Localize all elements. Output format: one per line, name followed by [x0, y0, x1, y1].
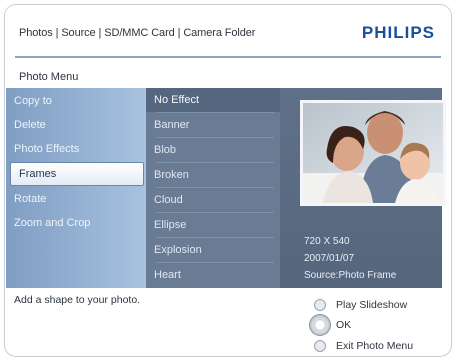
submenu-item-blob[interactable]: Blob [146, 138, 280, 162]
ok-button[interactable]: OK [309, 314, 352, 336]
breadcrumb: Photos | Source | SD/MMC Card | Camera F… [19, 27, 256, 39]
menu-item-frames[interactable]: Frames [10, 162, 144, 186]
submenu-item-explosion[interactable]: Explosion [146, 238, 280, 262]
help-hint: Add a shape to your photo. [14, 294, 141, 306]
top-bar: Photos | Source | SD/MMC Card | Camera F… [5, 5, 451, 59]
radio-button-icon [314, 340, 326, 352]
submenu-item-no-effect[interactable]: No Effect [146, 88, 280, 112]
photo-source: Source:Photo Frame [304, 270, 397, 281]
submenu-item-heart[interactable]: Heart [146, 263, 280, 287]
exit-photo-menu-button[interactable]: Exit Photo Menu [314, 338, 413, 354]
brand-logo: PHILIPS [361, 23, 435, 42]
menu-title: Photo Menu [19, 71, 79, 83]
submenu-item-cloud[interactable]: Cloud [146, 188, 280, 212]
play-slideshow-button[interactable]: Play Slideshow [314, 297, 407, 313]
photo-menu-list: Copy to Delete Photo Effects Frames Rota… [6, 88, 146, 288]
family-photo-image [303, 103, 443, 203]
menu-item-rotate[interactable]: Rotate [6, 187, 146, 211]
ok-label: OK [336, 319, 352, 331]
photo-thumbnail [300, 100, 446, 206]
play-slideshow-label: Play Slideshow [336, 299, 408, 311]
menu-item-copy-to[interactable]: Copy to [6, 89, 146, 113]
submenu-item-banner[interactable]: Banner [146, 113, 280, 137]
menu-item-delete[interactable]: Delete [6, 113, 146, 137]
photo-resolution: 720 X 540 [304, 236, 350, 247]
frames-submenu-list: No Effect Banner Blob Broken Cloud Ellip… [146, 88, 280, 288]
menu-item-photo-effects[interactable]: Photo Effects [6, 137, 146, 161]
submenu-item-broken[interactable]: Broken [146, 163, 280, 187]
submenu-item-ellipse[interactable]: Ellipse [146, 213, 280, 237]
ok-dial-icon [309, 314, 331, 336]
exit-photo-menu-label: Exit Photo Menu [336, 340, 414, 352]
radio-button-icon [314, 299, 326, 311]
header-divider [15, 56, 441, 58]
menu-item-zoom-and-crop[interactable]: Zoom and Crop [6, 211, 146, 235]
photo-date: 2007/01/07 [304, 253, 355, 264]
